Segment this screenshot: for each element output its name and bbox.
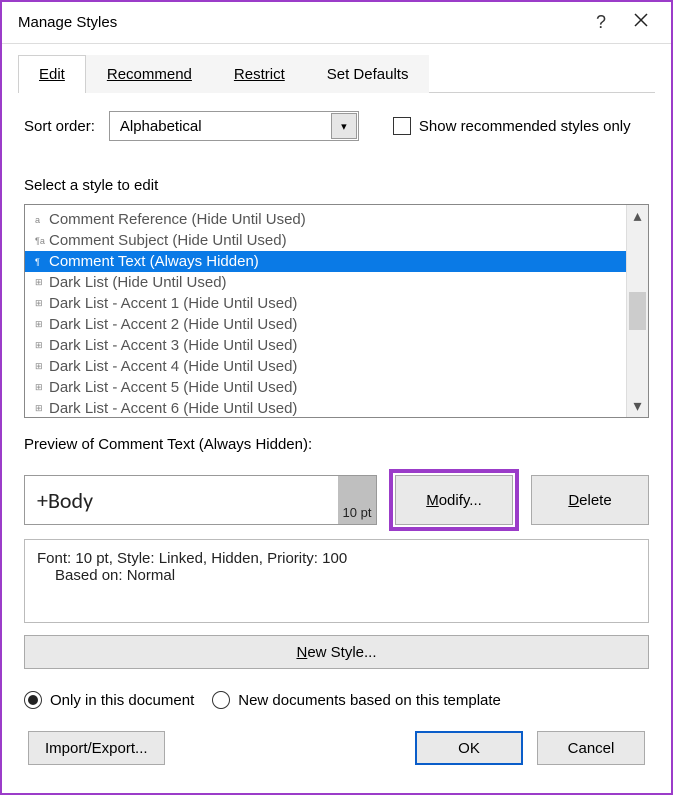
sort-order-dropdown[interactable]: Alphabetical ▾ (109, 111, 359, 141)
style-list-label: Dark List - Accent 2 (Hide Until Used) (49, 316, 297, 333)
style-list-item[interactable]: ⊞Dark List - Accent 2 (Hide Until Used) (25, 314, 626, 335)
tab-edit[interactable]: Edit (18, 55, 86, 93)
sort-order-value: Alphabetical (110, 118, 330, 135)
only-this-document-radio[interactable]: Only in this document (24, 691, 194, 709)
chevron-down-icon: ▾ (341, 120, 347, 133)
style-list-label: Dark List (Hide Until Used) (49, 274, 227, 291)
scroll-thumb[interactable] (629, 292, 646, 330)
style-listbox[interactable]: aComment Reference (Hide Until Used)¶aCo… (24, 204, 649, 418)
style-type-icon: a (35, 215, 49, 225)
style-list-label: Comment Reference (Hide Until Used) (49, 211, 306, 228)
show-recommended-checkbox[interactable]: Show recommended styles only (393, 117, 631, 135)
scroll-down-icon[interactable]: ▾ (627, 395, 648, 417)
style-list-label: Dark List - Accent 3 (Hide Until Used) (49, 337, 297, 354)
preview-sample: +Body (25, 476, 338, 524)
style-list-item[interactable]: ¶aComment Subject (Hide Until Used) (25, 230, 626, 251)
style-list-item[interactable]: ⊞Dark List - Accent 4 (Hide Until Used) (25, 356, 626, 377)
style-list-item[interactable]: aComment Reference (Hide Until Used) (25, 209, 626, 230)
checkbox-box (393, 117, 411, 135)
style-type-icon: ⊞ (35, 319, 49, 330)
help-button[interactable]: ? (581, 12, 621, 33)
sort-order-label: Sort order: (24, 118, 95, 135)
style-list-item[interactable]: ¶Comment Text (Always Hidden) (25, 251, 626, 272)
show-recommended-label: Show recommended styles only (419, 118, 631, 135)
description-line-2: Based on: Normal (37, 567, 636, 584)
new-style-button[interactable]: New Style... (24, 635, 649, 669)
select-style-label: Select a style to edit (24, 177, 649, 194)
style-type-icon: ⊞ (35, 403, 49, 414)
tab-set-defaults[interactable]: Set Defaults (306, 55, 430, 93)
style-list-item[interactable]: ⊞Dark List (Hide Until Used) (25, 272, 626, 293)
delete-button[interactable]: Delete (531, 475, 649, 525)
preview-box: +Body 10 pt (24, 475, 377, 525)
style-list-label: Dark List - Accent 6 (Hide Until Used) (49, 400, 297, 417)
style-list-item[interactable]: ⊞Dark List - Accent 3 (Hide Until Used) (25, 335, 626, 356)
import-export-button[interactable]: Import/Export... (28, 731, 165, 765)
scroll-up-icon[interactable]: ▴ (627, 205, 648, 227)
close-button[interactable] (621, 13, 661, 32)
style-description: Font: 10 pt, Style: Linked, Hidden, Prio… (24, 539, 649, 623)
dropdown-button[interactable]: ▾ (331, 113, 357, 139)
scope-radio-group: Only in this document New documents base… (24, 691, 649, 709)
preview-label: Preview of Comment Text (Always Hidden): (24, 436, 649, 453)
ok-button[interactable]: OK (415, 731, 523, 765)
cancel-button[interactable]: Cancel (537, 731, 645, 765)
tab-recommend[interactable]: Recommend (86, 55, 213, 93)
style-type-icon: ⊞ (35, 277, 49, 288)
style-type-icon: ¶a (35, 236, 49, 246)
style-type-icon: ⊞ (35, 361, 49, 372)
preview-size: 10 pt (338, 476, 376, 524)
description-line-1: Font: 10 pt, Style: Linked, Hidden, Prio… (37, 550, 636, 567)
style-type-icon: ⊞ (35, 340, 49, 351)
style-list-item[interactable]: ⊞Dark List - Accent 1 (Hide Until Used) (25, 293, 626, 314)
style-type-icon: ¶ (35, 257, 49, 267)
new-documents-radio[interactable]: New documents based on this template (212, 691, 501, 709)
manage-styles-dialog: Manage Styles ? Edit Recommend Restrict … (0, 0, 673, 795)
style-type-icon: ⊞ (35, 298, 49, 309)
style-list-label: Dark List - Accent 5 (Hide Until Used) (49, 379, 297, 396)
scrollbar[interactable]: ▴ ▾ (626, 205, 648, 417)
style-list-label: Dark List - Accent 4 (Hide Until Used) (49, 358, 297, 375)
style-list-item[interactable]: ⊞Dark List - Accent 5 (Hide Until Used) (25, 377, 626, 398)
style-list-label: Comment Text (Always Hidden) (49, 253, 259, 270)
titlebar: Manage Styles ? (2, 2, 671, 44)
close-icon (634, 13, 648, 27)
tab-strip: Edit Recommend Restrict Set Defaults (18, 54, 655, 93)
tab-restrict[interactable]: Restrict (213, 55, 306, 93)
modify-button[interactable]: Modify... (395, 475, 513, 525)
style-list-item[interactable]: ⊞Dark List - Accent 6 (Hide Until Used) (25, 398, 626, 417)
style-list-label: Comment Subject (Hide Until Used) (49, 232, 287, 249)
window-title: Manage Styles (18, 14, 581, 31)
style-type-icon: ⊞ (35, 382, 49, 393)
style-list-label: Dark List - Accent 1 (Hide Until Used) (49, 295, 297, 312)
